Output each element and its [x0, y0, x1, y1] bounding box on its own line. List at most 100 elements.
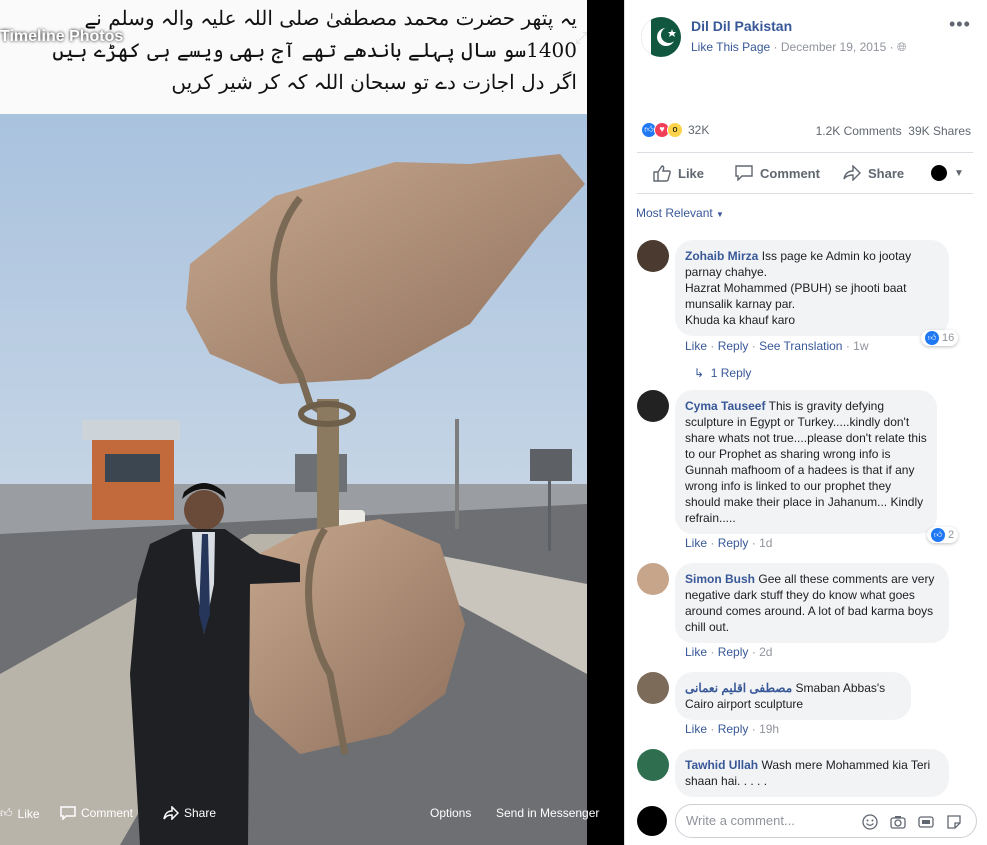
commenter-avatar[interactable]: [637, 390, 669, 422]
comment-actions: Like · Reply · See Translation · 1w: [685, 339, 869, 353]
send-in-messenger-button[interactable]: Send in Messenger: [496, 806, 599, 820]
comment-reply-link[interactable]: Reply: [718, 722, 749, 736]
comment-like-link[interactable]: Like: [685, 722, 707, 736]
dot-separator: ·: [751, 339, 760, 353]
comment-like-link[interactable]: Like: [685, 536, 707, 550]
like-label: Like: [678, 166, 705, 181]
comment-author[interactable]: Tawhid Ullah: [685, 758, 758, 772]
reaction-summary[interactable]: 👍︎ ♥ o 32K: [641, 122, 709, 138]
comment-label: Comment: [760, 165, 820, 181]
photo-comment-label: Comment: [81, 806, 134, 820]
comment-input-box: [675, 804, 977, 838]
more-options-icon[interactable]: •••: [949, 14, 971, 35]
caption-line: یہ پتھر حضرت محمد مصطفیٰ صلی اللہ علیہ و…: [84, 6, 577, 30]
comment-composer: [637, 804, 977, 838]
comment-like-badge[interactable]: 👍︎ 2: [927, 527, 959, 543]
caret-down-icon: ▼: [954, 167, 964, 179]
post-meta: Like This Page · December 19, 2015 · 🌐︎: [691, 40, 907, 55]
page-name[interactable]: Dil Dil Pakistan: [691, 18, 792, 34]
album-title[interactable]: Timeline Photos: [0, 28, 123, 46]
like-reaction-icon: 👍︎: [931, 528, 945, 542]
photo-scene: [0, 114, 587, 845]
commenter-avatar[interactable]: [637, 240, 669, 272]
comment-like-count: 2: [948, 529, 955, 541]
dot-separator: ·: [710, 722, 718, 736]
share-icon: [163, 806, 179, 820]
share-label: Share: [868, 165, 905, 181]
comment-actions: Like · Reply · 1d: [685, 536, 772, 550]
comment-like-link[interactable]: Like: [685, 645, 707, 659]
comment-author[interactable]: مصطفی اقلیم نعمانی: [685, 681, 792, 695]
comment-bubble: Tawhid Ullah Wash mere Mohammed kia Teri…: [675, 749, 949, 797]
user-avatar: [637, 806, 667, 836]
meta-separator: ·: [889, 40, 897, 54]
view-replies-link[interactable]: ↳ 1 Reply: [694, 366, 751, 380]
comment-like-link[interactable]: Like: [685, 339, 707, 353]
expand-icon[interactable]: ⤢: [575, 30, 587, 48]
like-reaction-icon: 👍︎: [925, 331, 939, 345]
pakistan-flag-icon: [641, 17, 681, 57]
post-sidebar: Dil Dil Pakistan Like This Page · Decemb…: [624, 0, 987, 845]
photo-like-button[interactable]: 👍︎ Like: [0, 806, 40, 821]
comment-icon: [60, 806, 76, 820]
like-button[interactable]: Like: [653, 165, 704, 182]
comment-time[interactable]: 1w: [853, 339, 868, 353]
comment-time[interactable]: 1d: [759, 536, 772, 550]
comment-button[interactable]: Comment: [735, 165, 820, 181]
dot-separator: ·: [751, 645, 760, 659]
photo-viewer: یہ پتھر حضرت محمد مصطفیٰ صلی اللہ علیہ و…: [0, 0, 624, 845]
commenter-avatar[interactable]: [637, 749, 669, 781]
like-page-link[interactable]: Like This Page: [691, 40, 770, 54]
globe-icon: 🌐︎: [896, 40, 907, 54]
thumbs-up-icon: 👍︎: [0, 806, 13, 820]
post-as-selector[interactable]: ▼: [931, 165, 964, 181]
emoji-icon[interactable]: [862, 814, 878, 830]
comment-author[interactable]: Cyma Tauseef: [685, 399, 765, 413]
comment-author[interactable]: Zohaib Mirza: [685, 249, 758, 263]
caption-line: 1400سو سال پہلے باندھے تھے آج بھی ویسے ہ…: [52, 38, 577, 62]
gif-icon[interactable]: [918, 814, 934, 830]
comment-like-count: 16: [942, 332, 955, 344]
page-avatar[interactable]: [641, 17, 681, 57]
share-button[interactable]: Share: [843, 165, 904, 181]
commenter-avatar[interactable]: [637, 563, 669, 595]
photo-share-button[interactable]: Share: [163, 806, 216, 820]
dot-separator: ·: [751, 536, 760, 550]
photo-bottom-bar: 👍︎ Like Comment Share Options Send in Me…: [0, 795, 624, 835]
comment-bubble: مصطفی اقلیم نعمانی Smaban Abbas's Cairo …: [675, 672, 911, 720]
post-stats: 👍︎ ♥ o 32K 1.2K Comments 39K Shares: [641, 122, 971, 138]
user-avatar: [931, 165, 947, 181]
comments-count[interactable]: 1.2K Comments: [816, 124, 902, 138]
photo-share-label: Share: [184, 806, 217, 820]
comment-time[interactable]: 19h: [759, 722, 779, 736]
comment-reply-link[interactable]: Reply: [718, 536, 749, 550]
comment-input[interactable]: [686, 813, 846, 828]
photo-caption-band: یہ پتھر حضرت محمد مصطفیٰ صلی اللہ علیہ و…: [0, 0, 587, 114]
post-photo[interactable]: یہ پتھر حضرت محمد مصطفیٰ صلی اللہ علیہ و…: [0, 0, 587, 845]
photo-comment-button[interactable]: Comment: [60, 806, 133, 820]
commenter-avatar[interactable]: [637, 672, 669, 704]
shares-count[interactable]: 39K Shares: [908, 124, 971, 138]
photo-like-label: Like: [17, 806, 40, 821]
comment-sort-dropdown[interactable]: Most Relevant ▼: [636, 206, 724, 220]
see-translation-link[interactable]: See Translation: [759, 339, 842, 353]
comment-author[interactable]: Simon Bush: [685, 572, 755, 586]
comment-icon: [735, 165, 753, 181]
post-date[interactable]: December 19, 2015: [781, 40, 886, 54]
sticker-icon[interactable]: [946, 814, 962, 830]
dot-separator: ·: [710, 645, 718, 659]
comment-bubble: Zohaib Mirza Iss page ke Admin ko jootay…: [675, 240, 949, 336]
camera-icon[interactable]: [890, 814, 906, 830]
dot-separator: ·: [710, 339, 718, 353]
comment-time[interactable]: 2d: [759, 645, 772, 659]
comment-like-badge[interactable]: 👍︎ 16: [921, 330, 959, 346]
comment-bubble: Simon Bush Gee all these comments are ve…: [675, 563, 949, 643]
photo-options-button[interactable]: Options: [430, 806, 471, 820]
comment-reply-link[interactable]: Reply: [718, 645, 749, 659]
comment-share-counts: 1.2K Comments 39K Shares: [816, 124, 971, 138]
comment-bubble: Cyma Tauseef This is gravity defying scu…: [675, 390, 937, 534]
comment-reply-link[interactable]: Reply: [718, 339, 749, 353]
reply-arrow-icon: ↳: [694, 366, 705, 380]
share-icon: [843, 165, 861, 181]
thumbs-up-icon: [653, 165, 671, 182]
